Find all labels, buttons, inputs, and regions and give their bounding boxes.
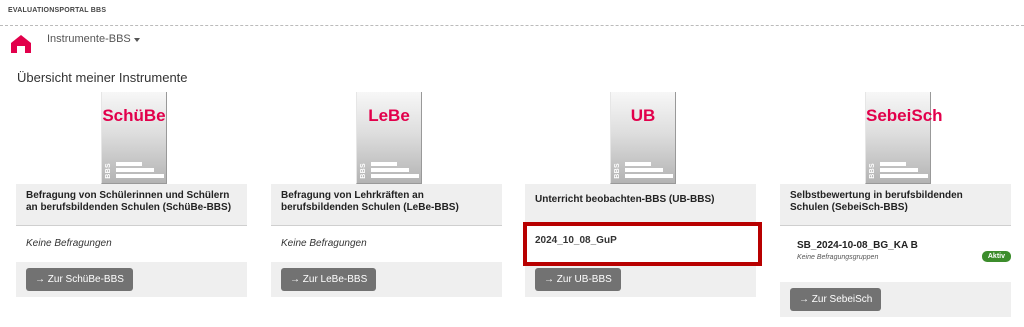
- survey-item[interactable]: SB_2024-10-08_BG_KA B Keine Befragungsgr…: [780, 226, 1011, 282]
- card-footer: → Zur SchüBe-BBS: [16, 262, 247, 297]
- lebe-logo-text: LeBe: [368, 106, 410, 125]
- open-lebe-button[interactable]: → Zur LeBe-BBS: [281, 268, 377, 291]
- caret-down-icon: [133, 37, 140, 42]
- home-icon[interactable]: [11, 35, 31, 53]
- ub-logo: UB BBS: [610, 92, 676, 184]
- logo-bbs-label: BBS: [869, 163, 876, 179]
- logo-bbs-label: BBS: [614, 163, 621, 179]
- sebeisch-logo: SebeiSch BBS: [865, 92, 943, 184]
- status-badge: Aktiv: [981, 251, 1011, 262]
- open-sebeisch-button[interactable]: → Zur SebeiSch: [790, 288, 882, 311]
- page-title: Übersicht meiner Instrumente: [17, 70, 188, 85]
- ub-logo-text: UB: [630, 106, 656, 125]
- card-title: Befragung von Lehrkräften an berufsbilde…: [271, 184, 502, 226]
- schuebe-logo: SchüBe BBS: [101, 92, 167, 184]
- survey-groups-text: Keine Befragungsgruppen: [797, 254, 879, 261]
- logo-bbs-label: BBS: [105, 163, 112, 179]
- card-title: Unterricht beobachten-BBS (UB-BBS): [525, 184, 756, 226]
- card-empty-text: Keine Befragungen: [16, 226, 247, 262]
- portal-title: EVALUATIONSPORTAL BBS: [8, 7, 107, 14]
- survey-name: SB_2024-10-08_BG_KA B: [797, 240, 918, 251]
- open-ub-button[interactable]: → Zur UB-BBS: [535, 268, 621, 291]
- instrumente-dropdown-label: Instrumente-BBS: [47, 33, 131, 45]
- card-title: Selbstbewertung in berufsbildenden Schul…: [780, 184, 1011, 226]
- highlight-box: [523, 222, 762, 266]
- logo-bars-graphic: [625, 160, 673, 178]
- header-divider: [0, 25, 1024, 26]
- schuebe-logo-text: SchüBe: [102, 106, 166, 125]
- card-empty-text: Keine Befragungen: [271, 226, 502, 262]
- card-title: Befragung von Schülerinnen und Schülern …: [16, 184, 247, 226]
- card-footer: → Zur UB-BBS: [525, 262, 756, 297]
- card-footer: → Zur LeBe-BBS: [271, 262, 502, 297]
- logo-bars-graphic: [371, 160, 419, 178]
- lebe-logo: LeBe BBS: [356, 92, 422, 184]
- instrumente-dropdown[interactable]: Instrumente-BBS: [47, 33, 140, 45]
- open-schuebe-button[interactable]: → Zur SchüBe-BBS: [26, 268, 133, 291]
- logo-bars-graphic: [116, 160, 164, 178]
- card-footer: → Zur SebeiSch: [780, 282, 1011, 317]
- logo-bars-graphic: [880, 160, 928, 178]
- sebeisch-logo-text: SebeiSch: [866, 106, 943, 125]
- logo-bbs-label: BBS: [360, 163, 367, 179]
